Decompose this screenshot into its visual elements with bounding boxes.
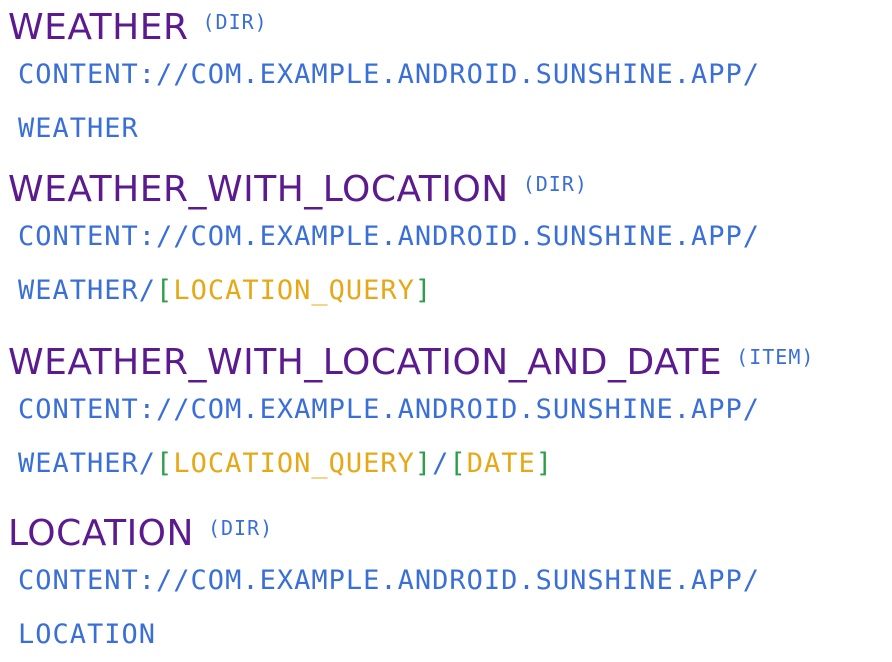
bracket-close: ] xyxy=(414,448,433,479)
uri-entry-weather-with-location-and-date: WEATHER_WITH_LOCATION_AND_DATE (ITEM) CON… xyxy=(8,337,814,491)
uri-name: WEATHER_WITH_LOCATION xyxy=(8,169,509,210)
uri-type-tag: (ITEM) xyxy=(736,345,815,369)
uri-entry-weather-with-location: WEATHER_WITH_LOCATION (DIR) CONTENT://COM… xyxy=(8,164,760,318)
bracket-open: [ xyxy=(449,448,467,479)
uri-line-1: CONTENT://COM.EXAMPLE.ANDROID.SUNSHINE.A… xyxy=(18,394,760,425)
bracket-close: ] xyxy=(535,448,553,479)
uri-line-1: CONTENT://COM.EXAMPLE.ANDROID.SUNSHINE.A… xyxy=(18,59,760,90)
uri-entry-location: LOCATION (DIR) CONTENT://COM.EXAMPLE.ANDR… xyxy=(8,508,760,662)
uri-type-tag: (DIR) xyxy=(522,172,588,196)
bracket-close: ] xyxy=(414,275,433,306)
bracket-open: [ xyxy=(156,275,174,306)
uri-line-2: WEATHER/[LOCATION_QUERY]/[DATE] xyxy=(8,437,814,491)
uri-path: WEATHER/ xyxy=(18,448,157,479)
uri-type-tag: (DIR) xyxy=(202,10,268,34)
uri-path: WEATHER xyxy=(18,113,139,144)
uri-line-1: CONTENT://COM.EXAMPLE.ANDROID.SUNSHINE.A… xyxy=(18,565,760,596)
bracket-open: [ xyxy=(156,448,174,479)
location-query-param: LOCATION_QUERY xyxy=(173,275,415,306)
uri-line-2: WEATHER xyxy=(8,102,760,156)
path-separator: / xyxy=(432,448,450,479)
uri-entry-weather: WEATHER (DIR) CONTENT://COM.EXAMPLE.ANDRO… xyxy=(8,2,760,156)
uri-name: WEATHER_WITH_LOCATION_AND_DATE xyxy=(8,342,723,383)
uri-path: LOCATION xyxy=(18,619,157,650)
uri-path: WEATHER/ xyxy=(18,275,157,306)
location-query-param: LOCATION_QUERY xyxy=(173,448,415,479)
uri-line-2: WEATHER/[LOCATION_QUERY] xyxy=(8,264,760,318)
uri-line-1: CONTENT://COM.EXAMPLE.ANDROID.SUNSHINE.A… xyxy=(18,221,760,252)
uri-type-tag: (DIR) xyxy=(207,516,274,540)
uri-name: WEATHER xyxy=(8,7,189,48)
date-param: DATE xyxy=(466,448,536,479)
uri-name: LOCATION xyxy=(8,513,194,554)
